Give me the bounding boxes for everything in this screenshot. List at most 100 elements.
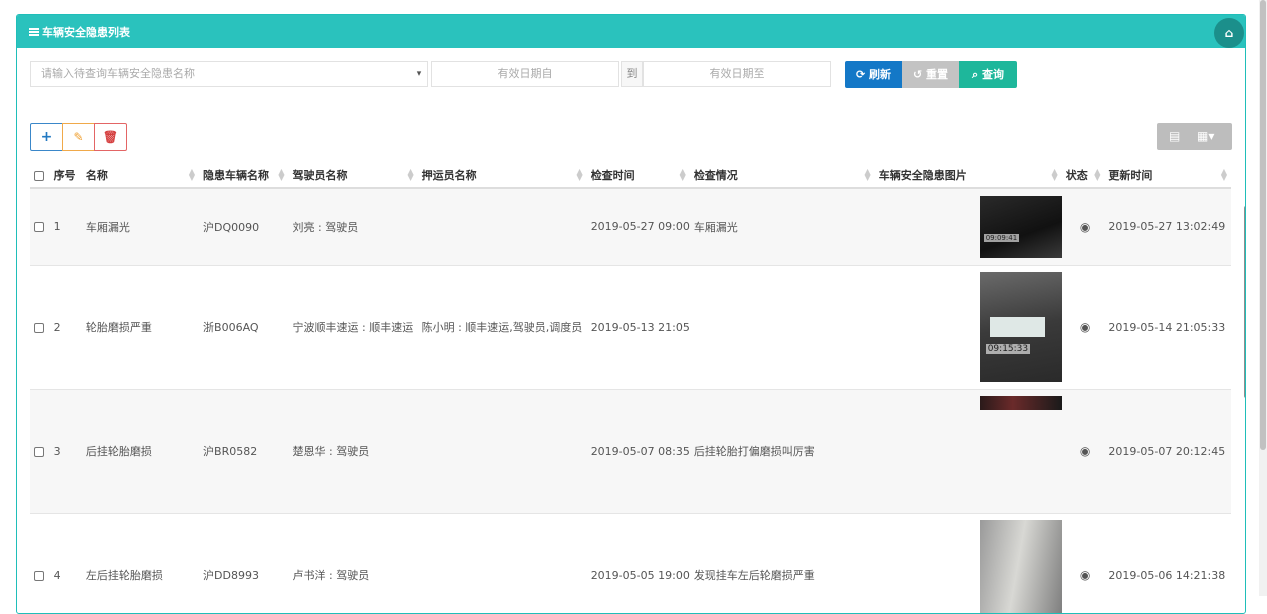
cell-vehicle: 沪DQ0090 xyxy=(199,188,289,266)
query-button[interactable]: ⌕ 查询 xyxy=(959,61,1017,88)
photo-timestamp: 09:15:33 xyxy=(985,344,1031,354)
sort-icon[interactable]: ▲ ▼ xyxy=(680,168,686,182)
edit-button[interactable]: ✎ xyxy=(62,123,95,151)
select-all-checkbox[interactable] xyxy=(30,163,50,189)
col-driver[interactable]: 驾驶员名称 ▲ ▼ xyxy=(288,163,418,189)
cell-name: 轮胎磨损严重 xyxy=(81,265,200,390)
home-button[interactable]: ⌂ xyxy=(1214,18,1244,48)
date-to-placeholder: 有效日期至 xyxy=(709,67,765,80)
cell-situation: 发现挂车左后轮磨损严重 xyxy=(689,513,875,613)
cell-vehicle: 沪BR0582 xyxy=(199,389,289,514)
col-name[interactable]: 名称 ▲ ▼ xyxy=(81,163,200,189)
hazard-photo[interactable]: 09:09:41 xyxy=(979,195,1062,258)
cell-update-time: 2019-05-14 21:05:33 xyxy=(1104,265,1231,390)
photo-device xyxy=(989,317,1045,337)
search-bar: 请输入待查询车辆安全隐患名称 ▾ 有效日期自 到 有效日期至 ⟳ 刷新 ↺ 重置… xyxy=(30,61,1030,88)
trash-icon: 🗑 xyxy=(102,130,119,144)
hazard-photo[interactable] xyxy=(979,520,1062,613)
page-scrollbar-thumb[interactable] xyxy=(1260,0,1266,450)
eye-icon[interactable]: ◉ xyxy=(1061,513,1105,613)
date-range-separator: 到 xyxy=(621,61,643,87)
panel-title: 车辆安全隐患列表 xyxy=(42,25,130,39)
cell-check-time: 2019-05-05 19:00 xyxy=(586,513,690,613)
cell-driver: 宁波顺丰速运 : 顺丰速运 xyxy=(288,265,418,390)
search-name-placeholder: 请输入待查询车辆安全隐患名称 xyxy=(41,67,195,80)
cell-image xyxy=(874,513,1062,613)
cell-check-time: 2019-05-27 09:00 xyxy=(586,188,690,266)
col-situation-label: 检查情况 xyxy=(693,169,738,182)
cell-driver: 刘亮 : 驾驶员 xyxy=(288,188,418,266)
hazard-photo[interactable] xyxy=(979,395,1062,410)
col-no[interactable]: 序号 xyxy=(49,163,82,189)
cell-situation xyxy=(689,265,875,390)
hazard-list-panel: 车辆安全隐患列表 ⌂ 请输入待查询车辆安全隐患名称 ▾ 有效日期自 到 有效日期… xyxy=(16,14,1246,614)
col-check-time-label: 检查时间 xyxy=(590,169,635,182)
col-vehicle-label: 隐患车辆名称 xyxy=(203,169,270,182)
sort-icon[interactable]: ▲ ▼ xyxy=(278,168,284,182)
sort-icon[interactable]: ▲ ▼ xyxy=(1221,168,1227,182)
table-row[interactable]: 1 车厢漏光 沪DQ0090 刘亮 : 驾驶员 2019-05-27 09:00… xyxy=(30,188,1231,266)
sort-icon[interactable]: ▲ ▼ xyxy=(189,168,195,182)
col-escort-label: 押运员名称 xyxy=(421,169,477,182)
row-checkbox[interactable] xyxy=(30,389,50,514)
col-image[interactable]: 车辆安全隐患图片 ▲ ▼ xyxy=(874,163,1062,189)
sort-icon[interactable]: ▲ ▼ xyxy=(577,168,583,182)
add-button[interactable]: + xyxy=(30,123,63,151)
page-scrollbar[interactable] xyxy=(1259,0,1267,596)
table-scrollbar[interactable] xyxy=(1244,206,1245,398)
col-status[interactable]: 状态 ▲ ▼ xyxy=(1061,163,1105,189)
chevron-down-icon[interactable]: ▾ xyxy=(410,61,428,87)
search-icon: ⌕ xyxy=(971,68,979,81)
cell-driver: 卢书洋 : 驾驶员 xyxy=(288,513,418,613)
date-from-input[interactable]: 有效日期自 xyxy=(431,61,619,87)
table-row[interactable]: 2 轮胎磨损严重 浙B006AQ 宁波顺丰速运 : 顺丰速运 陈小明 : 顺丰速… xyxy=(30,265,1231,390)
cell-image: 09:15:33 xyxy=(874,265,1062,390)
cell-escort xyxy=(417,188,587,266)
cell-escort xyxy=(417,389,587,514)
col-vehicle[interactable]: 隐患车辆名称 ▲ ▼ xyxy=(199,163,289,189)
refresh-button[interactable]: ⟳ 刷新 xyxy=(845,61,902,88)
undo-icon: ↺ xyxy=(912,68,923,81)
table-row[interactable]: 4 左后挂轮胎磨损 沪DD8993 卢书洋 : 驾驶员 2019-05-05 1… xyxy=(30,513,1231,613)
row-checkbox[interactable] xyxy=(30,265,50,390)
list-view-icon[interactable]: ▤ xyxy=(1169,123,1180,150)
col-image-label: 车辆安全隐患图片 xyxy=(878,169,967,182)
hazard-table: 序号 名称 ▲ ▼ 隐患车辆名称 ▲ ▼ 驾驶员名称 ▲ ▼ 押运员名称 ▲ ▼ 检查时间 ▲ ▼ … xyxy=(30,163,1231,613)
col-name-label: 名称 xyxy=(85,169,108,182)
cell-image: 09:09:41 xyxy=(874,188,1062,266)
col-update-time[interactable]: 更新时间 ▲ ▼ xyxy=(1104,163,1231,189)
sort-icon[interactable]: ▲ ▼ xyxy=(865,168,871,182)
reset-button[interactable]: ↺ 重置 xyxy=(902,61,959,88)
col-situation[interactable]: 检查情况 ▲ ▼ xyxy=(689,163,875,189)
sort-icon[interactable]: ▲ ▼ xyxy=(1052,168,1058,182)
eye-icon[interactable]: ◉ xyxy=(1061,389,1105,514)
cell-no: 4 xyxy=(49,513,82,613)
search-name-input[interactable]: 请输入待查询车辆安全隐患名称 xyxy=(30,61,428,87)
row-checkbox[interactable] xyxy=(30,188,50,266)
cell-name: 左后挂轮胎磨损 xyxy=(81,513,200,613)
cell-escort: 陈小明 : 顺丰速运,驾驶员,调度员 xyxy=(417,265,587,390)
delete-button[interactable]: 🗑 xyxy=(94,123,127,151)
col-driver-label: 驾驶员名称 xyxy=(292,169,348,182)
col-escort[interactable]: 押运员名称 ▲ ▼ xyxy=(417,163,587,189)
eye-icon[interactable]: ◉ xyxy=(1061,188,1105,266)
table-row[interactable]: 3 后挂轮胎磨损 沪BR0582 楚恩华 : 驾驶员 2019-05-07 08… xyxy=(30,389,1231,514)
col-check-time[interactable]: 检查时间 ▲ ▼ xyxy=(586,163,690,189)
cell-update-time: 2019-05-27 13:02:49 xyxy=(1104,188,1231,266)
sort-icon[interactable]: ▲ ▼ xyxy=(407,168,413,182)
row-checkbox[interactable] xyxy=(30,513,50,613)
cell-update-time: 2019-05-06 14:21:38 xyxy=(1104,513,1231,613)
hazard-photo[interactable]: 09:15:33 xyxy=(979,272,1062,382)
query-label: 查询 xyxy=(982,68,1004,81)
photo-timestamp: 09:09:41 xyxy=(983,233,1020,242)
cell-image xyxy=(874,389,1062,514)
date-from-placeholder: 有效日期自 xyxy=(497,67,553,80)
eye-icon[interactable]: ◉ xyxy=(1061,265,1105,390)
grid-view-icon[interactable]: ▦▾ xyxy=(1197,123,1214,150)
panel-header: 车辆安全隐患列表 ⌂ xyxy=(17,15,1245,48)
cell-vehicle: 浙B006AQ xyxy=(199,265,289,390)
cell-no: 2 xyxy=(49,265,82,390)
sort-icon[interactable]: ▲ ▼ xyxy=(1094,168,1100,182)
date-to-input[interactable]: 有效日期至 xyxy=(643,61,831,87)
cell-driver: 楚恩华 : 驾驶员 xyxy=(288,389,418,514)
